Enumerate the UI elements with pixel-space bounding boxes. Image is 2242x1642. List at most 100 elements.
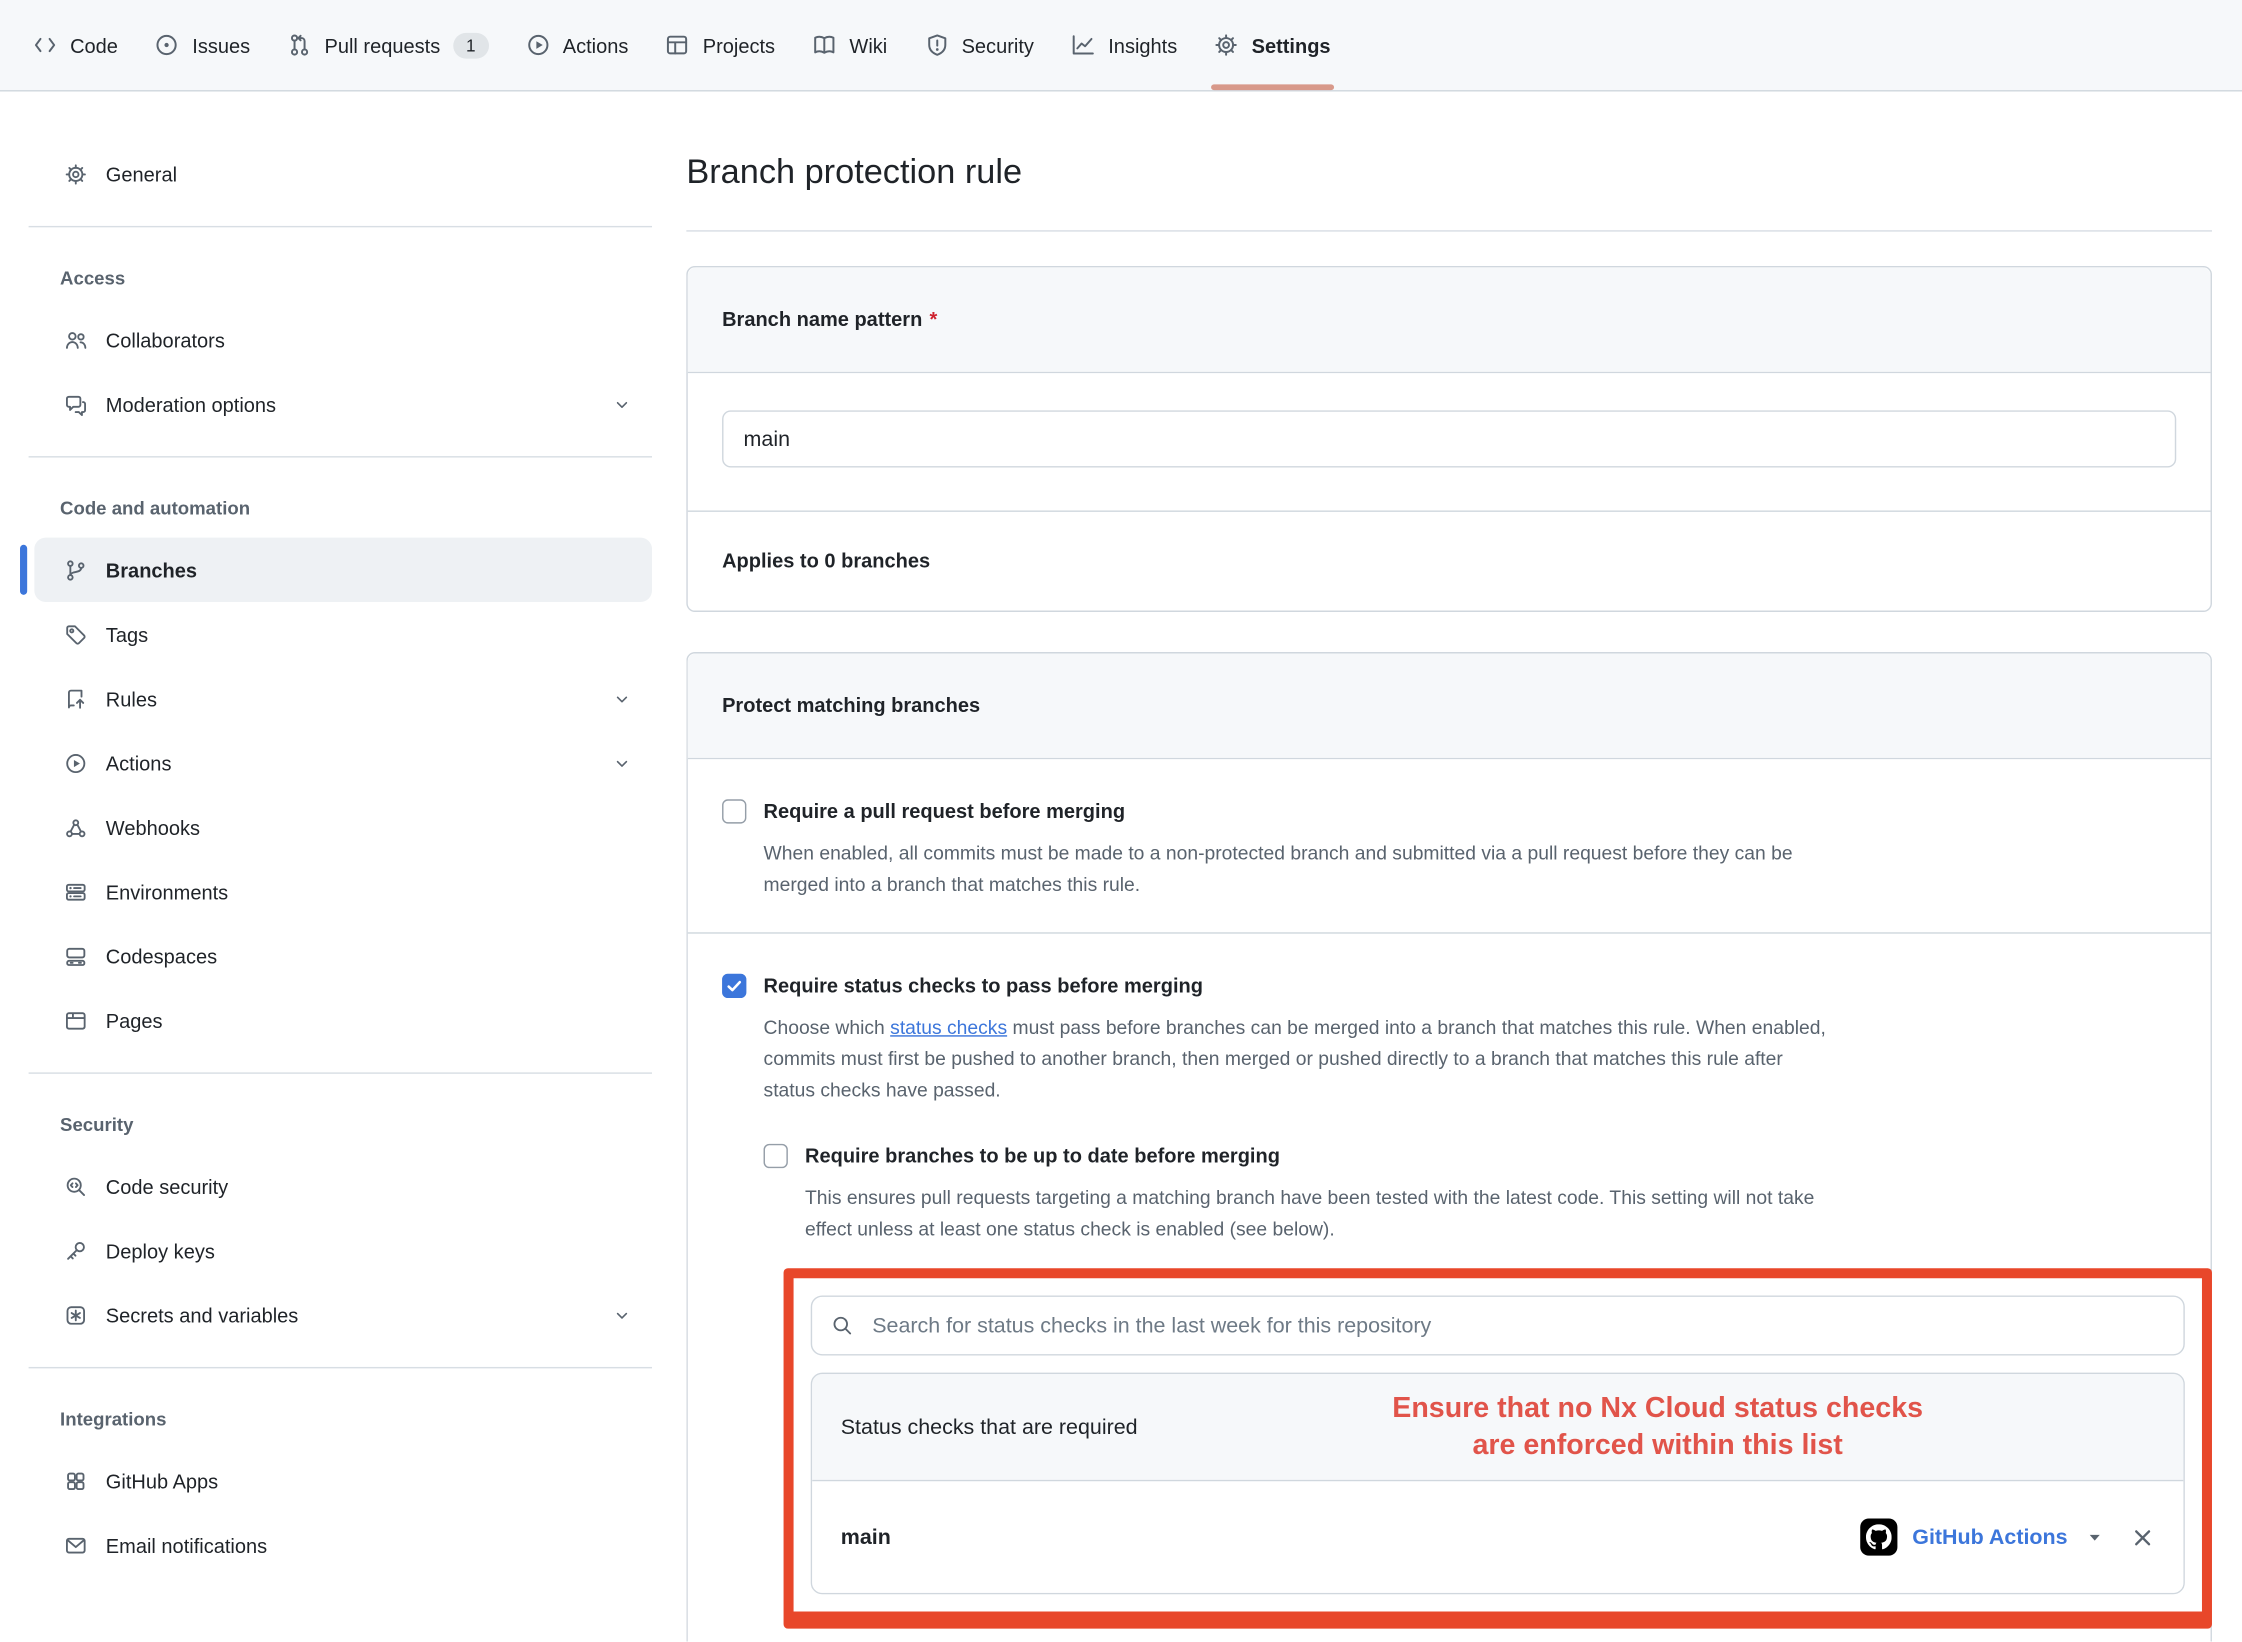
sidebar-item-code-security[interactable]: Code security [34,1154,652,1218]
sidebar-item-webhooks[interactable]: Webhooks [34,795,652,859]
sidebar-section-code-automation: Code and automation [29,478,652,538]
require-status-checks-description: Choose which status checks must pass bef… [764,1012,2177,1106]
rules-icon [64,687,87,710]
git-pull-request-icon [287,33,311,57]
secret-asterisk-icon [64,1303,87,1326]
tab-insights[interactable]: Insights [1052,0,1195,90]
branch-name-pattern-header: Branch name pattern* [688,267,2211,373]
sidebar-item-secrets-variables[interactable]: Secrets and variables [34,1283,652,1347]
gear-icon [1214,33,1238,57]
github-settings-page: Code Issues Pull requests 1 Actions Proj… [0,0,2242,1641]
sidebar-item-environments[interactable]: Environments [34,859,652,923]
sidebar-item-tags[interactable]: Tags [34,602,652,666]
required-status-checks-panel: Status checks that are required Ensure t… [811,1373,2185,1595]
require-up-to-date-checkbox[interactable] [764,1144,788,1168]
sidebar-item-label: Webhooks [106,816,200,839]
sidebar-item-label: Code security [106,1175,228,1198]
chevron-down-icon [612,753,632,773]
branch-name-pattern-input[interactable] [722,410,2176,467]
search-icon [831,1314,854,1337]
branch-name-pattern-row [688,373,2211,510]
tab-label: Settings [1252,34,1331,57]
sidebar-item-label: Deploy keys [106,1239,215,1262]
sidebar-item-moderation-options[interactable]: Moderation options [34,372,652,436]
main-content: Branch protection rule Branch name patte… [686,90,2212,1641]
sidebar-item-pages[interactable]: Pages [34,988,652,1052]
tab-code[interactable]: Code [14,0,136,90]
chevron-down-icon [612,688,632,708]
status-check-row: main GitHub Actions [812,1481,2183,1593]
require-pull-request-description: When enabled, all commits must be made t… [764,838,2177,901]
gear-icon [64,162,87,185]
sidebar-item-rules[interactable]: Rules [34,666,652,730]
remove-status-check-button[interactable] [2130,1525,2154,1549]
page-title: Branch protection rule [686,147,2212,198]
tab-settings[interactable]: Settings [1196,0,1349,90]
close-icon [2130,1525,2154,1549]
repo-nav: Code Issues Pull requests 1 Actions Proj… [0,0,2242,92]
sidebar-section-integrations: Integrations [29,1388,652,1448]
require-up-to-date-label: Require branches to be up to date before… [805,1141,1280,1171]
sidebar-item-label: Rules [106,687,157,710]
tab-wiki[interactable]: Wiki [794,0,906,90]
tab-label: Insights [1108,34,1177,57]
book-icon [812,33,836,57]
tab-label: Pull requests [324,34,440,57]
sidebar-item-label: Collaborators [106,328,225,351]
status-check-search-input[interactable] [811,1295,2185,1355]
require-pull-request-checkbox[interactable] [722,799,746,823]
codespaces-icon [64,944,87,967]
required-status-checks-label: Status checks that are required [841,1415,1138,1439]
settings-sidebar: General Access Collaborators Moderation … [29,90,652,1577]
browser-icon [64,1009,87,1032]
sidebar-item-github-apps[interactable]: GitHub Apps [34,1448,652,1512]
sidebar-item-actions[interactable]: Actions [34,731,652,795]
tab-projects[interactable]: Projects [647,0,794,90]
comment-discussion-icon [64,392,87,415]
sidebar-item-label: Moderation options [106,392,276,415]
status-check-dropdown-button[interactable] [2085,1527,2105,1547]
tab-security[interactable]: Security [906,0,1053,90]
required-status-checks-header: Status checks that are required Ensure t… [812,1374,2183,1481]
require-status-checks-label: Require status checks to pass before mer… [764,971,1203,1001]
sidebar-section-security: Security [29,1094,652,1154]
play-icon [526,33,550,57]
github-mark-icon [1861,1519,1898,1556]
sidebar-item-branches[interactable]: Branches [34,538,652,602]
play-icon [64,751,87,774]
sidebar-divider [29,1072,652,1073]
sidebar-item-label: GitHub Apps [106,1469,218,1492]
sidebar-item-label: Tags [106,623,148,646]
sidebar-item-collaborators[interactable]: Collaborators [34,307,652,371]
github-actions-link[interactable]: GitHub Actions [1912,1525,2067,1549]
mail-icon [64,1534,87,1557]
tab-actions[interactable]: Actions [507,0,647,90]
code-scan-icon [64,1175,87,1198]
issue-opened-icon [155,33,179,57]
applies-to-branches: Applies to 0 branches [688,510,2211,610]
rule-require-up-to-date: Require branches to be up to date before… [764,1141,2177,1629]
sidebar-item-label: Pages [106,1009,163,1032]
sidebar-item-email-notifications[interactable]: Email notifications [34,1513,652,1577]
caret-down-icon [2085,1527,2105,1547]
sidebar-item-deploy-keys[interactable]: Deploy keys [34,1218,652,1282]
table-icon [666,33,690,57]
annotation-highlight-box: Status checks that are required Ensure t… [784,1268,2212,1628]
require-status-checks-checkbox[interactable] [722,974,746,998]
status-checks-link[interactable]: status checks [890,1017,1007,1038]
protect-matching-branches-header: Protect matching branches [688,653,2211,759]
rule-require-status-checks: Require status checks to pass before mer… [688,934,2211,1642]
tab-issues[interactable]: Issues [137,0,269,90]
sidebar-item-label: General [106,162,177,185]
tag-icon [64,623,87,646]
tab-label: Code [70,34,118,57]
tab-pull-requests[interactable]: Pull requests 1 [269,0,507,90]
key-icon [64,1239,87,1262]
sidebar-item-general[interactable]: General [34,142,652,206]
sidebar-item-label: Codespaces [106,944,217,967]
sidebar-item-label: Email notifications [106,1534,267,1557]
sidebar-item-codespaces[interactable]: Codespaces [34,924,652,988]
title-divider [686,230,2212,231]
protect-matching-branches-box: Protect matching branches Require a pull… [686,652,2212,1641]
sidebar-item-label: Actions [106,751,172,774]
